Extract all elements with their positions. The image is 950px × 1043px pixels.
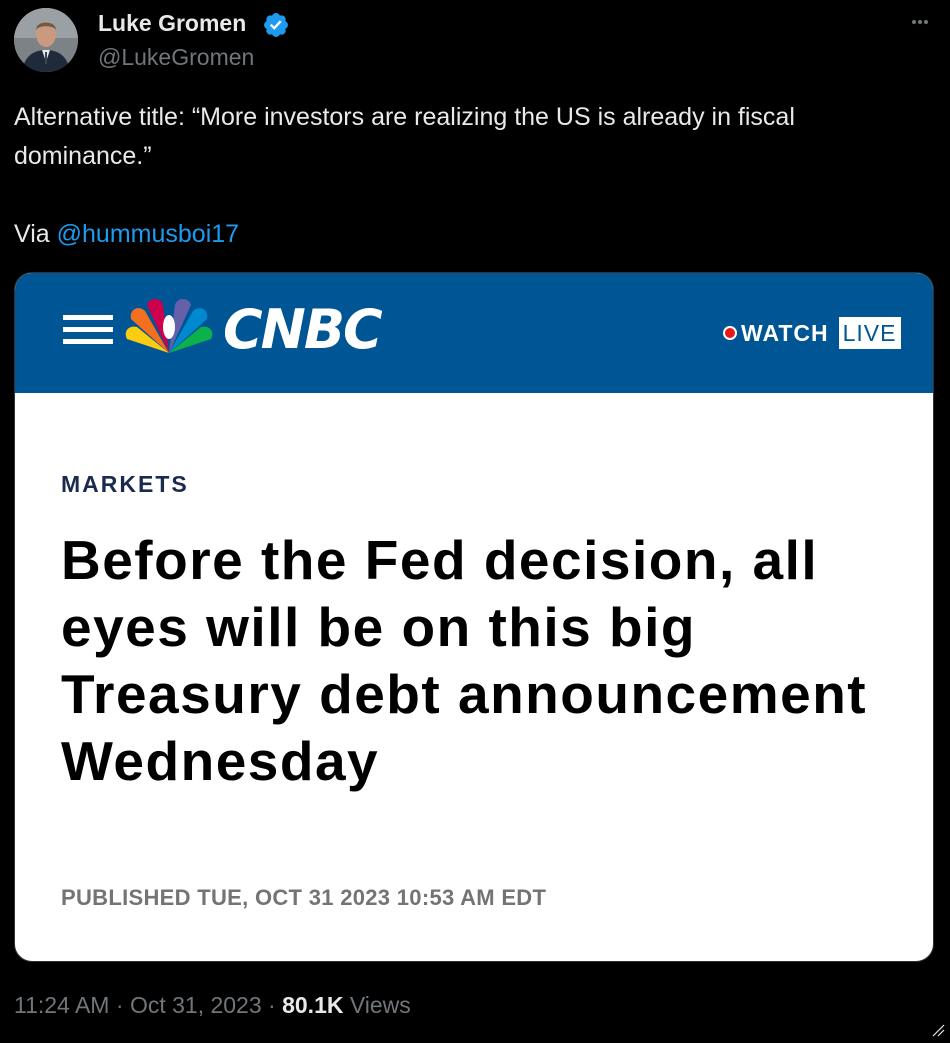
watch-label: WATCH	[741, 319, 829, 346]
section-label: MARKETS	[61, 471, 189, 497]
verified-badge-icon	[262, 11, 290, 39]
author-name[interactable]: Luke Gromen	[98, 10, 246, 37]
article-headline: Before the Fed decision, all eyes will b…	[61, 529, 868, 792]
tweet-date[interactable]: Oct 31, 2023	[130, 992, 262, 1018]
resize-corner-icon	[930, 1022, 946, 1038]
published-date: PUBLISHED TUE, OCT 31 2023 10:53 AM EDT	[61, 885, 547, 910]
media-image-card[interactable]: CNBC WATCH LIVE MARKETS Before the Fed d…	[14, 272, 934, 962]
via-prefix: Via	[14, 220, 57, 248]
avatar[interactable]	[14, 8, 78, 72]
cnbc-wordmark: CNBC	[223, 298, 383, 361]
live-dot-icon	[723, 326, 737, 340]
cnbc-header: CNBC WATCH LIVE	[15, 273, 933, 393]
tweet-time[interactable]: 11:24 AM	[14, 992, 109, 1018]
tweet-body: Alternative title: “More investors are r…	[14, 103, 795, 170]
author-handle[interactable]: @LukeGromen	[98, 44, 254, 71]
watch-live-button: WATCH LIVE	[723, 315, 901, 351]
tweet-meta: 11:24 AM · Oct 31, 2023 · 80.1K Views	[14, 992, 411, 1019]
nbc-peacock-logo	[121, 297, 217, 355]
tweet-text: Alternative title: “More investors are r…	[14, 98, 924, 254]
hamburger-menu-icon	[63, 313, 113, 347]
live-badge: LIVE	[838, 317, 901, 349]
meta-separator: ·	[268, 992, 276, 1018]
meta-separator: ·	[115, 992, 124, 1018]
tweet-via-line: Via @hummusboi17	[14, 215, 924, 254]
more-options-icon[interactable]	[906, 8, 934, 36]
views-count: 80.1K	[282, 992, 344, 1018]
mention-link[interactable]: @hummusboi17	[57, 220, 239, 248]
views-label: Views	[349, 992, 411, 1018]
